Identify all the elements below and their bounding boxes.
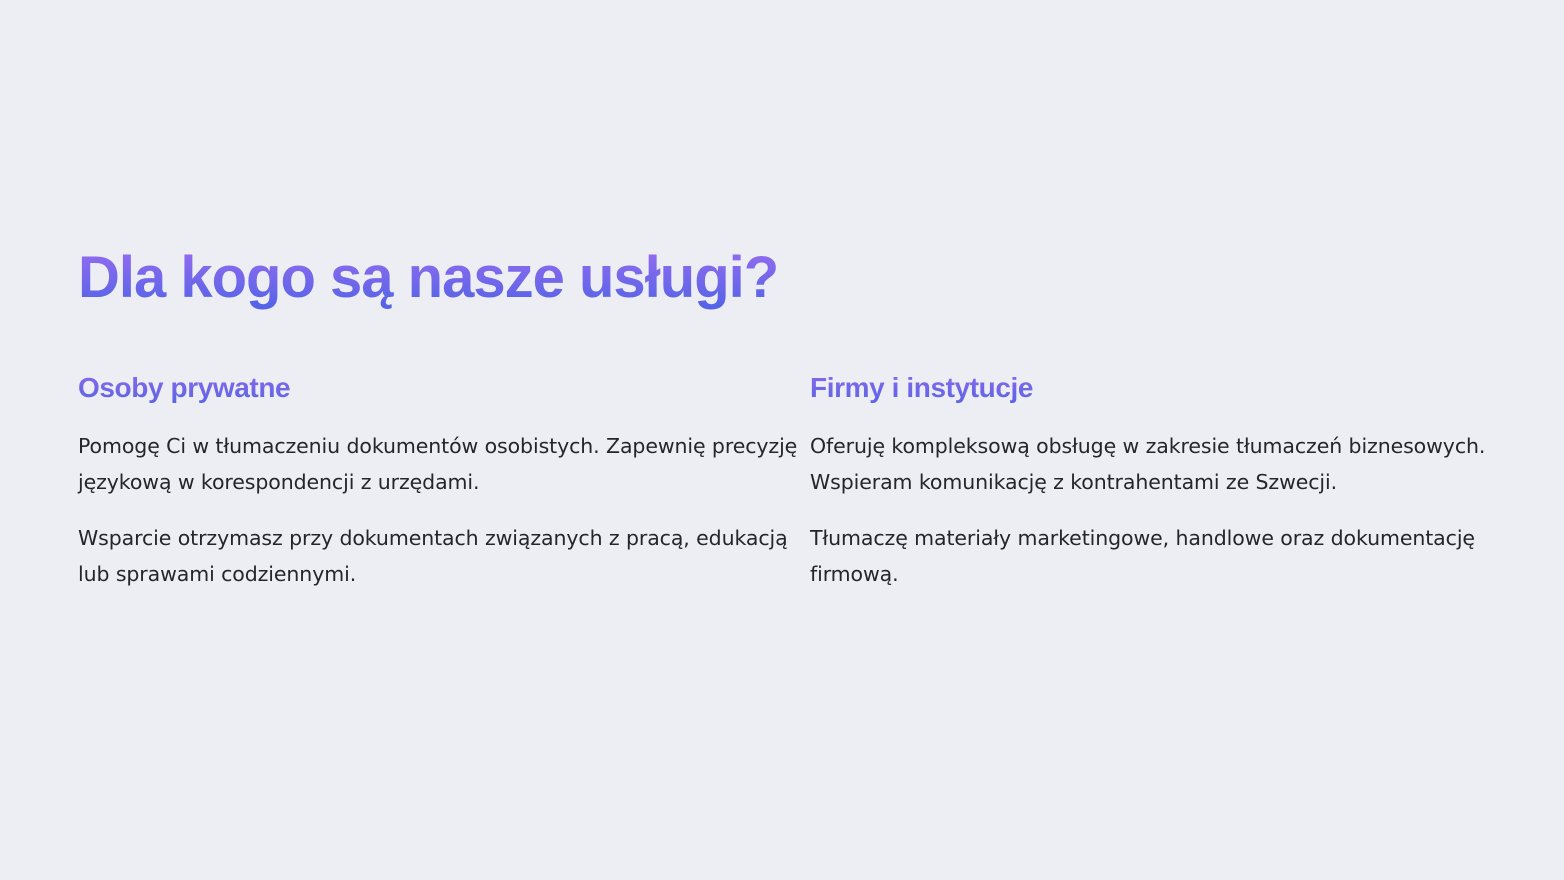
page: Dla kogo są nasze usługi? Osoby prywatne… (0, 0, 1564, 880)
paragraph: Tłumaczę materiały marketingowe, handlow… (810, 526, 1475, 586)
column-private-persons: Osoby prywatne Pomogę Ci w tłumaczeniu d… (78, 370, 810, 592)
column-heading-private: Osoby prywatne (78, 370, 291, 406)
paragraph: Pomogę Ci w tłumaczeniu dokumentów osobi… (78, 434, 798, 494)
column-heading-companies: Firmy i instytucje (810, 370, 1033, 406)
column-text-private: Pomogę Ci w tłumaczeniu dokumentów osobi… (78, 428, 810, 592)
audience-columns: Osoby prywatne Pomogę Ci w tłumaczeniu d… (78, 370, 1488, 592)
column-text-companies: Oferuję kompleksową obsługę w zakresie t… (810, 428, 1488, 592)
page-title: Dla kogo są nasze usługi? (78, 245, 779, 310)
paragraph: Oferuję kompleksową obsługę w zakresie t… (810, 434, 1486, 494)
column-companies: Firmy i instytucje Oferuję kompleksową o… (810, 370, 1488, 592)
paragraph: Wsparcie otrzymasz przy dokumentach zwią… (78, 526, 788, 586)
main-content: Dla kogo są nasze usługi? Osoby prywatne… (78, 244, 1488, 592)
